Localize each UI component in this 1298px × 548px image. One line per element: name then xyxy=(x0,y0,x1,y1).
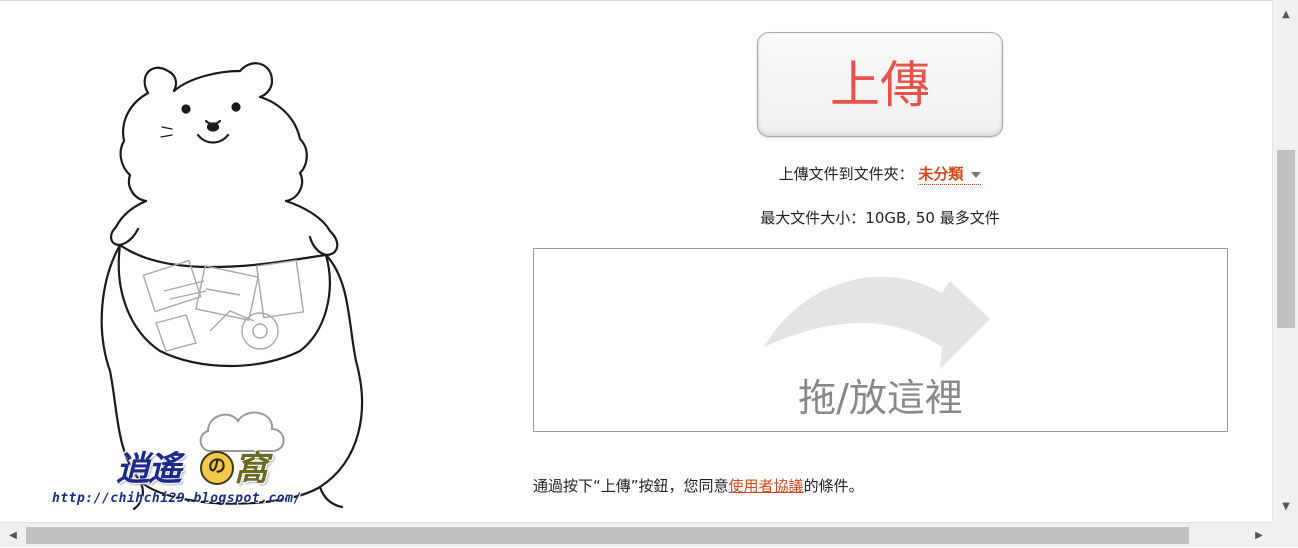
watermark-logo-text: 逍遙 xyxy=(116,449,182,489)
drop-zone-label: 拖/放這裡 xyxy=(798,376,963,420)
vertical-scrollbar-thumb[interactable] xyxy=(1277,150,1295,328)
upload-folder-line: 上傳文件到文件夾： 未分類 xyxy=(700,163,1060,185)
horizontal-scrollbar-thumb[interactable] xyxy=(26,527,1189,544)
folder-dropdown[interactable]: 未分類 xyxy=(918,165,982,185)
watermark-logo-no: の xyxy=(200,451,234,485)
page-viewport: 逍遙 の 窩 http://chihchi29.blogspot.com/ 上傳… xyxy=(0,0,1272,522)
terms-text-before: 通過按下“上傳”按鈕，您同意 xyxy=(533,477,729,495)
scrollbar-corner xyxy=(1272,522,1298,547)
triangle-right-icon[interactable]: ▶ xyxy=(1248,523,1270,548)
terms-notice: 通過按下“上傳”按鈕，您同意使用者協議的條件。 xyxy=(533,475,864,496)
terms-text-after: 的條件。 xyxy=(803,477,864,495)
triangle-down-icon[interactable]: ▼ xyxy=(1273,496,1298,518)
triangle-up-icon[interactable]: ▲ xyxy=(1273,4,1298,26)
upload-button[interactable]: 上傳 xyxy=(757,32,1003,137)
max-file-size-text: 最大文件大小：10GB, 50 最多文件 xyxy=(760,209,1000,227)
folder-dropdown-value: 未分類 xyxy=(918,165,964,183)
vertical-scrollbar[interactable]: ▲ ▼ xyxy=(1272,0,1298,522)
horizontal-scrollbar[interactable]: ◀ ▶ xyxy=(0,522,1272,547)
watermark-logo-suffix: 窩 xyxy=(234,449,268,489)
drag-drop-zone[interactable]: 拖/放這裡 xyxy=(533,248,1228,432)
upload-folder-label: 上傳文件到文件夾： xyxy=(778,165,914,183)
chevron-down-icon xyxy=(971,171,982,178)
user-agreement-link[interactable]: 使用者協議 xyxy=(729,477,804,495)
triangle-left-icon[interactable]: ◀ xyxy=(2,523,24,548)
watermark-url: http://chihchi29.blogspot.com/ xyxy=(52,491,302,506)
blog-watermark: 逍遙 の 窩 http://chihchi29.blogspot.com/ xyxy=(52,441,352,511)
curved-arrow-icon xyxy=(764,276,990,369)
